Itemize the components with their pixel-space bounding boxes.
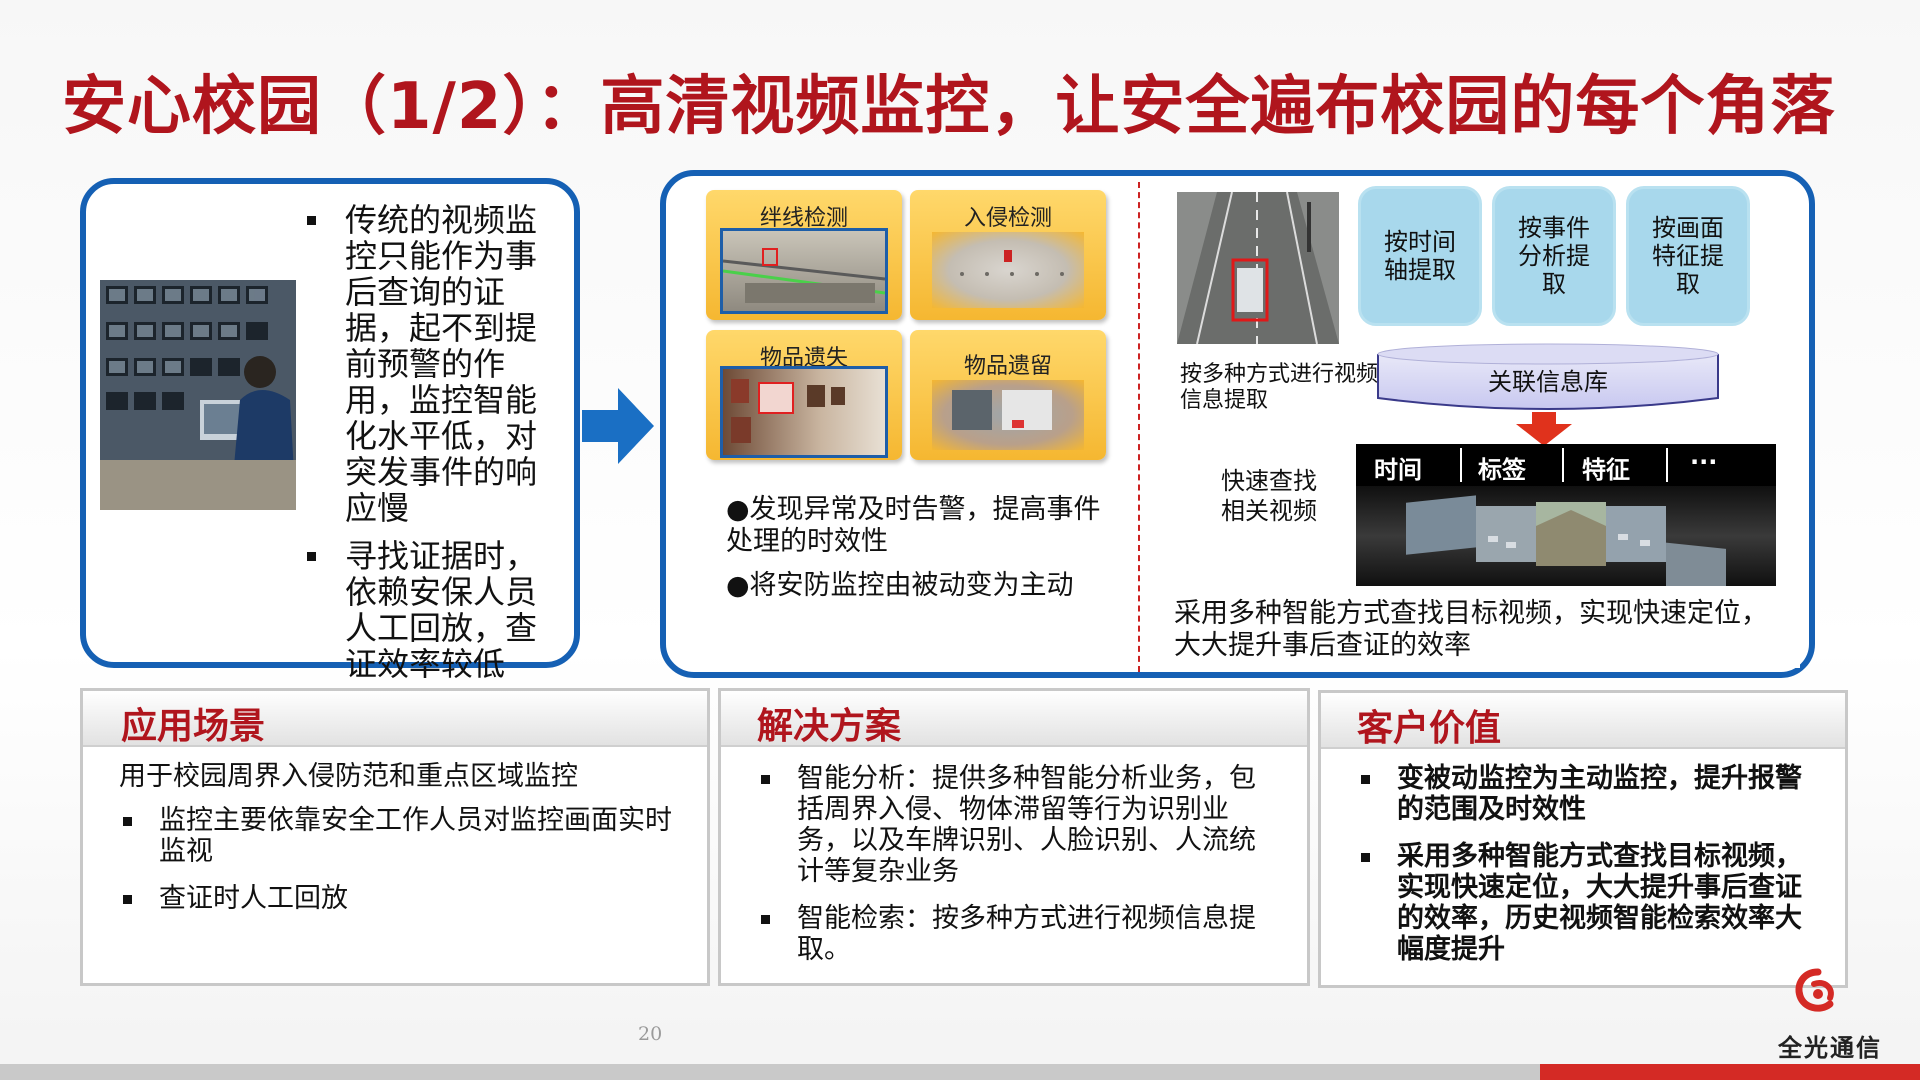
scenario-intro: 用于校园周界入侵防范和重点区域监控 [119,761,578,792]
bullet-marker [307,552,316,561]
video-thumbnails-strip [1356,486,1776,597]
problem-bullet-text: 传统的视频监控只能作为事后查询的证据，起不到提前预警的作用，监控智能化水平低，对… [345,201,538,527]
bullet-marker [123,817,132,826]
tag-divider [1562,448,1564,482]
method-by-feature: 按画面特征提取 [1626,186,1750,326]
tile-item-lost: 物品遗失 [706,330,902,460]
bullet-marker [1361,775,1370,784]
tag-bar: 时间 标签 特征 ··· [1356,444,1776,486]
problem-bullet-text: 寻找证据时，依赖安保人员人工回放，查证效率较低 [345,537,538,683]
tripwire-image [720,228,888,314]
page-title: 安心校园（1/2）：高清视频监控，让安全遍布校园的每个角落 [62,70,1836,144]
company-logo-icon [1795,968,1834,1012]
solution-bullet: 智能检索：按多种方式进行视频信息提取。 [757,903,1277,965]
scenario-box: 应用场景 用于校园周界入侵防范和重点区域监控 监控主要依靠安全工作人员对监控画面… [80,688,710,986]
value-box: 客户价值 变被动监控为主动监控，提升报警的范围及时效性 采用多种智能方式查找目标… [1318,690,1848,988]
item-lost-image [720,366,888,458]
value-bullet: 采用多种智能方式查找目标视频，实现快速定位，大大提升事后查证的效率，历史视频智能… [1357,841,1827,965]
detection-note: ●发现异常及时告警，提高事件处理的时效性 [726,494,1101,557]
method-by-event: 按事件分析提取 [1492,186,1616,326]
solution-bullets: 智能分析：提供多种智能分析业务，包括周界入侵、物体滞留等行为识别业务，以及车牌识… [757,763,1277,965]
detection-note: ●将安防监控由被动变为主动 [726,570,1074,601]
value-bullets: 变被动监控为主动监控，提升报警的范围及时效性 采用多种智能方式查找目标视频，实现… [1357,763,1827,965]
value-bullet-text: 变被动监控为主动监控，提升报警的范围及时效性 [1397,763,1802,825]
down-arrow-icon [1516,412,1572,446]
scenario-bullets: 监控主要依靠安全工作人员对监控画面实时监视 查证时人工回放 [119,805,689,914]
solution-header: 解决方案 [721,691,1307,747]
solution-bullet-text: 智能分析：提供多种智能分析业务，包括周界入侵、物体滞留等行为识别业务，以及车牌识… [797,763,1256,887]
scenario-header: 应用场景 [83,691,707,747]
tile-item-left: 物品遗留 [910,330,1106,460]
bullet-marker [123,895,132,904]
solution-bullet: 智能分析：提供多种智能分析业务，包括周界入侵、物体滞留等行为识别业务，以及车牌识… [757,763,1277,887]
tag-label: 标签 [1478,456,1526,484]
solution-bullet-text: 智能检索：按多种方式进行视频信息提取。 [797,903,1256,965]
scenario-bullet-text: 监控主要依靠安全工作人员对监控画面实时监视 [159,805,672,867]
value-bullet: 变被动监控为主动监控，提升报警的范围及时效性 [1357,763,1827,825]
quick-search-label: 快速查找相关视频 [1221,467,1317,525]
road-camera-image [1177,192,1339,344]
tag-feature: 特征 [1582,456,1630,484]
tile-tripwire: 绊线检测 [706,190,902,320]
tag-divider [1666,448,1668,482]
solution-title: 解决方案 [757,706,902,747]
extract-caption: 按多种方式进行视频信息提取 [1180,362,1379,413]
solution-box: 解决方案 智能分析：提供多种智能分析业务，包括周界入侵、物体滞留等行为识别业务，… [718,688,1310,986]
company-logo-text: 全光通信 [1778,1034,1882,1062]
tag-divider [1460,448,1462,482]
item-left-image [932,380,1084,450]
value-header: 客户价值 [1321,693,1845,749]
intrusion-image [932,232,1084,308]
problem-bullet: 寻找证据时，依赖安保人员人工回放，查证效率较低 [307,537,567,683]
method-label: 按事件分析提取 [1518,214,1590,298]
footer-accent [1540,1064,1920,1080]
problem-bullets: 传统的视频监控只能作为事后查询的证据，起不到提前预警的作用，监控智能化水平低，对… [307,201,567,683]
method-by-timeline: 按时间轴提取 [1358,186,1482,326]
dashed-divider [1138,182,1140,672]
tag-more: ··· [1690,448,1718,476]
tile-label: 入侵检测 [963,206,1052,231]
right-arrow-icon [582,388,654,464]
bullet-marker [761,775,770,784]
scenario-bullet: 监控主要依靠安全工作人员对监控画面实时监视 [119,805,689,867]
value-bullet-text: 采用多种智能方式查找目标视频，实现快速定位，大大提升事后查证的效率，历史视频智能… [1397,841,1802,965]
tile-label: 物品遗留 [963,354,1052,379]
page-number: 20 [638,1023,663,1045]
bullet-marker [761,915,770,924]
problem-bullet: 传统的视频监控只能作为事后查询的证据，起不到提前预警的作用，监控智能化水平低，对… [307,201,567,527]
method-label: 按时间轴提取 [1384,228,1456,284]
retrieval-summary: 采用多种智能方式查找目标视频，实现快速定位，大大提升事后查证的效率 [1160,592,1800,668]
bullet-marker [1361,853,1370,862]
bullet-marker [307,216,316,225]
scenario-bullet-text: 查证时人工回放 [159,883,348,914]
scenario-title: 应用场景 [121,706,266,747]
scenario-bullet: 查证时人工回放 [119,883,689,914]
monitoring-room-photo [100,280,296,510]
tag-time: 时间 [1374,456,1422,484]
database-label: 关联信息库 [1488,368,1608,396]
value-title: 客户价值 [1357,708,1502,749]
tile-intrusion: 入侵检测 [910,190,1106,320]
detection-notes: ●发现异常及时告警，提高事件处理的时效性 ●将安防监控由被动变为主动 [708,490,1128,618]
method-label: 按画面特征提取 [1652,214,1724,298]
